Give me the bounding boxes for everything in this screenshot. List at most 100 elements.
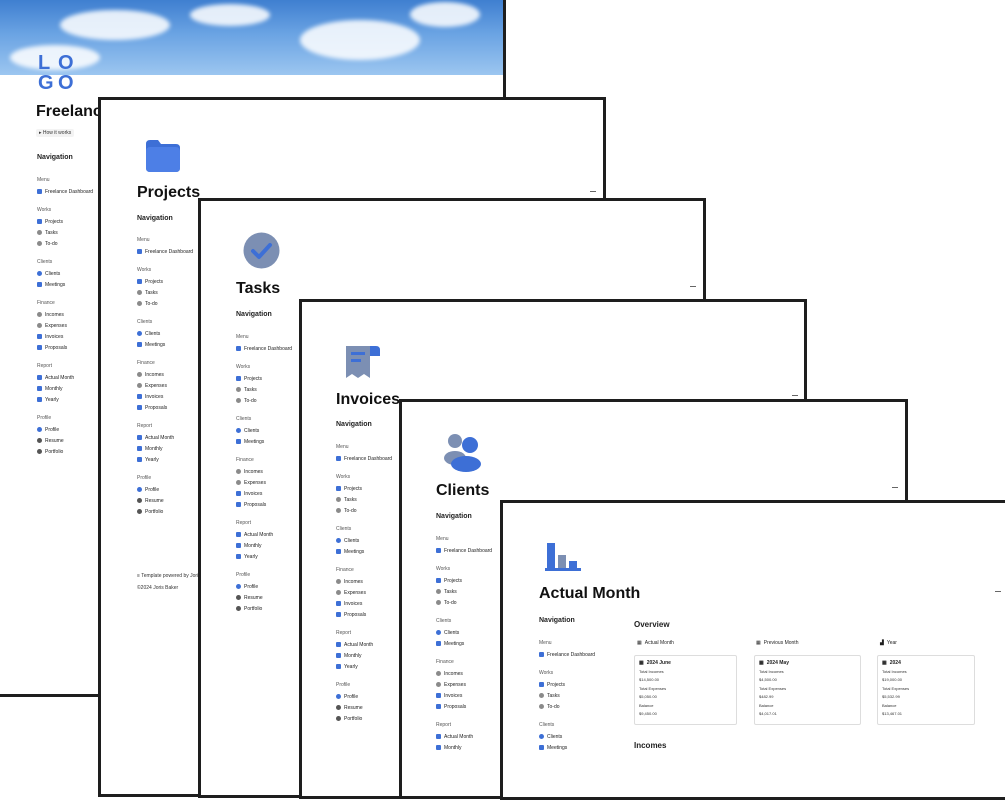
- nav-item-yearly[interactable]: Yearly: [336, 661, 392, 672]
- nav-item-expenses[interactable]: Expenses: [436, 679, 492, 690]
- page-actual-month[interactable]: Actual Month Navigation Menu Freelance D…: [500, 500, 1005, 800]
- nav-item-resume[interactable]: Resume: [137, 495, 193, 506]
- nav-item-todo[interactable]: To-do: [236, 395, 292, 406]
- nav-item-meetings[interactable]: Meetings: [539, 742, 595, 753]
- nav-item-invoices[interactable]: Invoices: [137, 391, 193, 402]
- nav-item-todo[interactable]: To-do: [539, 701, 595, 712]
- nav-item-portfolio[interactable]: Portfolio: [37, 446, 93, 457]
- nav-item-incomes[interactable]: Incomes: [236, 466, 292, 477]
- nav-item-projects[interactable]: Projects: [236, 373, 292, 384]
- nav-item-tasks[interactable]: Tasks: [336, 494, 392, 505]
- nav-item-profile[interactable]: Profile: [236, 581, 292, 592]
- nav-item-proposals[interactable]: Proposals: [436, 701, 492, 712]
- nav-item-projects[interactable]: Projects: [539, 679, 595, 690]
- nav-item-clients[interactable]: Clients: [436, 627, 492, 638]
- nav-item-incomes[interactable]: Incomes: [137, 369, 193, 380]
- nav-item-invoices[interactable]: Invoices: [436, 690, 492, 701]
- nav-item-invoices[interactable]: Invoices: [37, 331, 93, 342]
- how-it-works-toggle[interactable]: ▸ How it works: [36, 129, 75, 137]
- proposal-icon: [236, 502, 241, 507]
- nav-item-proposals[interactable]: Proposals: [37, 342, 93, 353]
- collapse-icon[interactable]: [995, 591, 1001, 592]
- nav-item-incomes[interactable]: Incomes: [436, 668, 492, 679]
- logo: LO GO: [38, 52, 74, 94]
- nav-item-tasks[interactable]: Tasks: [236, 384, 292, 395]
- nav-item-todo[interactable]: To-do: [37, 238, 93, 249]
- overview-card-actual-month[interactable]: ▦ 2024 June Total Incomes $14,500.00 Tota…: [634, 655, 737, 725]
- nav-item-tasks[interactable]: Tasks: [436, 586, 492, 597]
- nav-item-actual-month[interactable]: Actual Month: [436, 731, 492, 742]
- nav-item-monthly[interactable]: Monthly: [236, 540, 292, 551]
- nav-item-monthly[interactable]: Monthly: [336, 650, 392, 661]
- nav-item-todo[interactable]: To-do: [436, 597, 492, 608]
- nav-item-portfolio[interactable]: Portfolio: [236, 603, 292, 614]
- nav-item-actual-month[interactable]: Actual Month: [336, 639, 392, 650]
- nav-item-invoices[interactable]: Invoices: [336, 598, 392, 609]
- nav-item-expenses[interactable]: Expenses: [336, 587, 392, 598]
- nav-item-clients[interactable]: Clients: [37, 268, 93, 279]
- folder-icon: [436, 578, 441, 583]
- nav-item-expenses[interactable]: Expenses: [37, 320, 93, 331]
- nav-item-projects[interactable]: Projects: [137, 276, 193, 287]
- overview-card-year[interactable]: ▦ 2024 Total Incomes $19,000.00 Total Exp…: [877, 655, 975, 725]
- nav-item-invoices[interactable]: Invoices: [236, 488, 292, 499]
- nav-item-clients[interactable]: Clients: [236, 425, 292, 436]
- nav-item-meetings[interactable]: Meetings: [37, 279, 93, 290]
- nav-item-projects[interactable]: Projects: [336, 483, 392, 494]
- overview-card-previous-month[interactable]: ▦ 2024 May Total Incomes $4,500.00 Total …: [754, 655, 861, 725]
- nav-item-proposals[interactable]: Proposals: [236, 499, 292, 510]
- nav-item-clients[interactable]: Clients: [137, 328, 193, 339]
- nav-item-projects[interactable]: Projects: [37, 216, 93, 227]
- nav-item-dashboard[interactable]: Freelance Dashboard: [37, 186, 93, 197]
- folder-icon: [336, 486, 341, 491]
- nav-item-actual-month[interactable]: Actual Month: [37, 372, 93, 383]
- nav-item-monthly[interactable]: Monthly: [436, 742, 492, 753]
- nav-item-resume[interactable]: Resume: [336, 702, 392, 713]
- collapse-icon[interactable]: [892, 487, 898, 488]
- nav-item-dashboard[interactable]: Freelance Dashboard: [539, 649, 595, 660]
- nav-item-yearly[interactable]: Yearly: [137, 454, 193, 465]
- nav-item-dashboard[interactable]: Freelance Dashboard: [436, 545, 492, 556]
- nav-item-monthly[interactable]: Monthly: [37, 383, 93, 394]
- nav-item-clients[interactable]: Clients: [539, 731, 595, 742]
- income-icon: [37, 312, 42, 317]
- bar-chart-icon: [37, 397, 42, 402]
- nav-item-proposals[interactable]: Proposals: [336, 609, 392, 620]
- nav-item-todo[interactable]: To-do: [137, 298, 193, 309]
- nav-item-proposals[interactable]: Proposals: [137, 402, 193, 413]
- nav-item-profile[interactable]: Profile: [137, 484, 193, 495]
- page-title: Projects: [137, 184, 201, 201]
- nav-item-tasks[interactable]: Tasks: [37, 227, 93, 238]
- nav-item-monthly[interactable]: Monthly: [137, 443, 193, 454]
- nav-item-meetings[interactable]: Meetings: [236, 436, 292, 447]
- nav-item-expenses[interactable]: Expenses: [137, 380, 193, 391]
- nav-item-profile[interactable]: Profile: [37, 424, 93, 435]
- nav-item-yearly[interactable]: Yearly: [37, 394, 93, 405]
- nav-item-clients[interactable]: Clients: [336, 535, 392, 546]
- collapse-icon[interactable]: [690, 286, 696, 287]
- collapse-icon[interactable]: [590, 191, 596, 192]
- nav-item-meetings[interactable]: Meetings: [436, 638, 492, 649]
- nav-item-dashboard[interactable]: Freelance Dashboard: [236, 343, 292, 354]
- nav-item-portfolio[interactable]: Portfolio: [336, 713, 392, 724]
- nav-item-meetings[interactable]: Meetings: [137, 339, 193, 350]
- nav-item-yearly[interactable]: Yearly: [236, 551, 292, 562]
- nav-item-actual-month[interactable]: Actual Month: [236, 529, 292, 540]
- nav-item-actual-month[interactable]: Actual Month: [137, 432, 193, 443]
- nav-item-projects[interactable]: Projects: [436, 575, 492, 586]
- nav-item-incomes[interactable]: Incomes: [37, 309, 93, 320]
- nav-item-resume[interactable]: Resume: [236, 592, 292, 603]
- nav-item-profile[interactable]: Profile: [336, 691, 392, 702]
- nav-item-portfolio[interactable]: Portfolio: [137, 506, 193, 517]
- nav-item-dashboard[interactable]: Freelance Dashboard: [336, 453, 392, 464]
- nav-item-tasks[interactable]: Tasks: [539, 690, 595, 701]
- nav-item-tasks[interactable]: Tasks: [137, 287, 193, 298]
- todo-icon: [137, 301, 142, 306]
- nav-item-dashboard[interactable]: Freelance Dashboard: [137, 246, 193, 257]
- nav-item-expenses[interactable]: Expenses: [236, 477, 292, 488]
- nav-item-todo[interactable]: To-do: [336, 505, 392, 516]
- nav-item-incomes[interactable]: Incomes: [336, 576, 392, 587]
- nav-item-meetings[interactable]: Meetings: [336, 546, 392, 557]
- nav-item-resume[interactable]: Resume: [37, 435, 93, 446]
- collapse-icon[interactable]: [792, 395, 798, 396]
